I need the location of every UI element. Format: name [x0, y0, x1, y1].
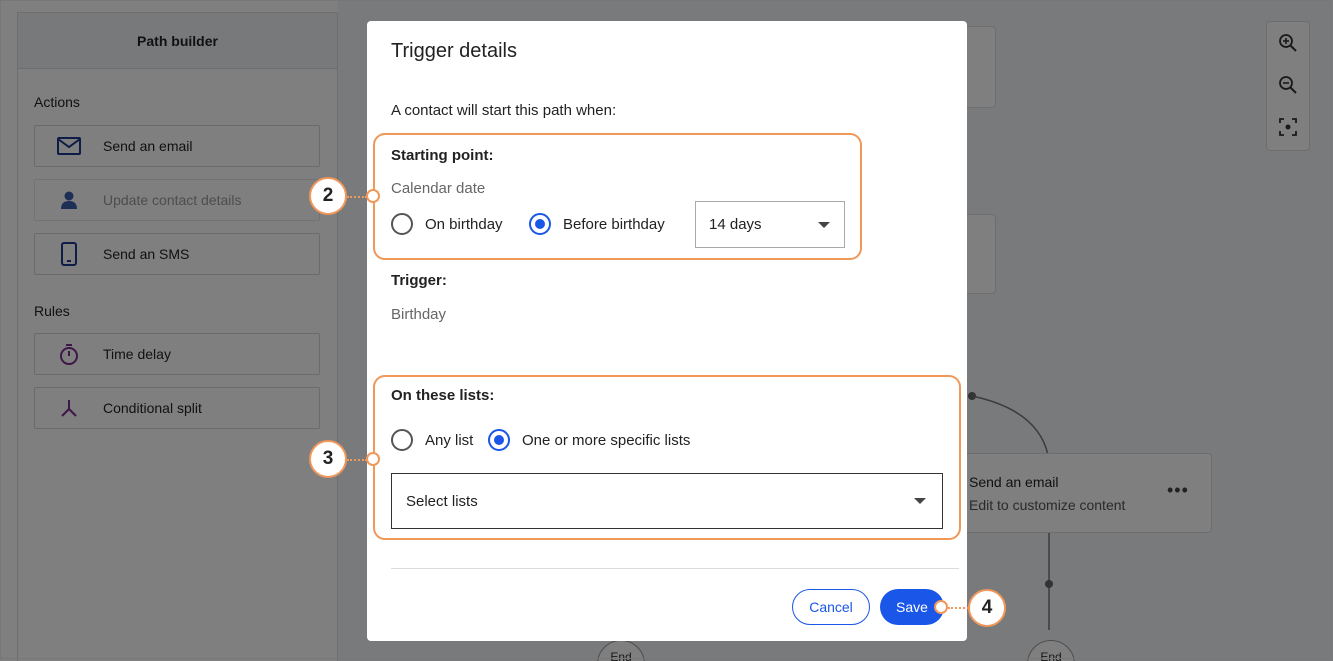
- callout-4: 4: [968, 589, 1006, 627]
- callout-anchor-dot: [366, 189, 380, 203]
- trigger-details-dialog: Trigger details A contact will start thi…: [367, 21, 967, 641]
- callout-connector: [948, 607, 969, 609]
- cancel-button[interactable]: Cancel: [792, 589, 870, 625]
- intro-text: A contact will start this path when:: [391, 102, 617, 119]
- callout-connector: [347, 459, 367, 461]
- callout-anchor-dot: [934, 600, 948, 614]
- trigger-label: Trigger:: [391, 272, 447, 289]
- callout-3: 3: [309, 440, 347, 478]
- starting-point-highlight: [373, 133, 862, 260]
- trigger-value: Birthday: [391, 306, 447, 323]
- page: Path builder Actions Send an email Updat…: [0, 0, 1333, 661]
- dialog-title: Trigger details: [391, 40, 517, 62]
- callout-2: 2: [309, 177, 347, 215]
- lists-highlight: [373, 375, 961, 540]
- callout-anchor-dot: [366, 452, 380, 466]
- callout-connector: [347, 196, 367, 198]
- footer-divider: [391, 568, 959, 569]
